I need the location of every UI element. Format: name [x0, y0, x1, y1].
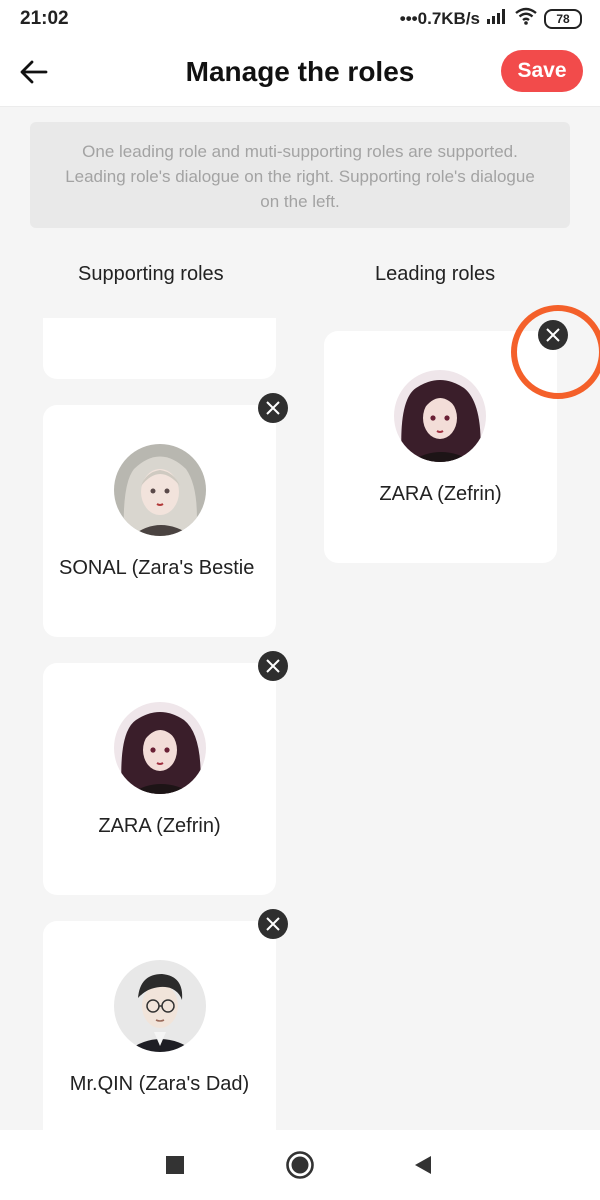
battery-indicator: 78: [544, 8, 582, 29]
system-back-button[interactable]: [408, 1150, 438, 1180]
info-notice: One leading role and muti-supporting rol…: [30, 122, 570, 228]
leading-role-card[interactable]: ZARA (Zefrin): [324, 320, 568, 563]
remove-role-button[interactable]: [258, 909, 288, 939]
supporting-role-card[interactable]: [43, 318, 276, 379]
role-name: Mr.QIN (Zara's Dad): [69, 1073, 250, 1095]
close-icon: [266, 659, 280, 673]
role-name: SONAL (Zara's Bestie: [59, 557, 255, 579]
recent-apps-button[interactable]: [160, 1150, 190, 1180]
manage-roles-screen: 21:02 •••0.7KB/s 78 Manage the roles Sav…: [0, 0, 600, 1200]
supporting-roles-heading: Supporting roles: [78, 263, 224, 285]
remove-role-button[interactable]: [258, 393, 288, 423]
network-speed: •••0.7KB/s: [399, 8, 480, 28]
supporting-role-card[interactable]: SONAL (Zara's Bestie: [43, 393, 288, 637]
recent-apps-icon: [166, 1156, 184, 1174]
status-time: 21:02: [20, 8, 69, 29]
remove-leading-role-button[interactable]: [538, 320, 568, 350]
role-name: ZARA (Zefrin): [98, 815, 221, 837]
home-button[interactable]: [285, 1150, 315, 1180]
system-nav-bar: [0, 1130, 600, 1200]
role-name: [43, 318, 276, 328]
supporting-role-card[interactable]: ZARA (Zefrin): [43, 651, 288, 895]
home-icon: [286, 1151, 314, 1179]
remove-role-button[interactable]: [258, 651, 288, 681]
close-icon: [266, 917, 280, 931]
wifi-icon: [514, 7, 538, 30]
save-button[interactable]: Save: [501, 50, 583, 92]
close-icon: [266, 401, 280, 415]
supporting-roles-list[interactable]: SONAL (Zara's Bestie ZARA (Zefrin) Mr.QI…: [0, 318, 300, 1130]
avatar: [114, 444, 206, 536]
back-icon: [415, 1156, 431, 1174]
leading-roles-heading: Leading roles: [375, 263, 496, 285]
signal-icon: [486, 8, 508, 29]
status-icons: •••0.7KB/s 78: [400, 7, 582, 30]
avatar: [394, 370, 486, 462]
header-bar: Manage the roles Save: [0, 36, 600, 107]
role-name: ZARA (Zefrin): [379, 483, 502, 505]
status-bar: 21:02 •••0.7KB/s 78: [0, 0, 600, 36]
close-icon: [546, 328, 560, 342]
avatar: [114, 960, 206, 1052]
avatar: [114, 702, 206, 794]
supporting-role-card[interactable]: Mr.QIN (Zara's Dad): [43, 909, 288, 1130]
